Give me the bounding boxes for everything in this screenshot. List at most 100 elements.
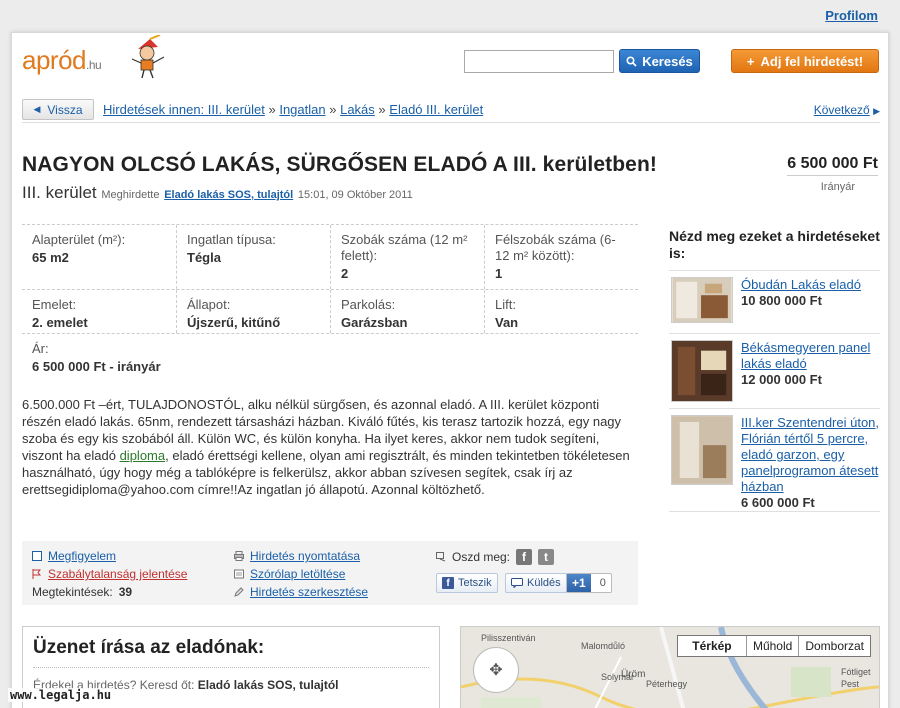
- detail-label: Alapterület (m²):: [32, 232, 126, 247]
- arrow-right-icon: ▶: [873, 106, 880, 116]
- detail-value: 65 m2: [32, 250, 69, 265]
- next-link[interactable]: Következő ▶: [814, 103, 880, 117]
- post-ad-button[interactable]: + Adj fel hirdetést!: [731, 49, 879, 73]
- views-label: Megtekintések:: [32, 585, 113, 599]
- share-label: Oszd meg:: [452, 550, 511, 564]
- seller-link[interactable]: Eladó lakás SOS, tulajtól: [164, 189, 293, 201]
- search-input[interactable]: [464, 50, 614, 73]
- search-icon: [626, 55, 637, 67]
- breadcrumb-flat[interactable]: Lakás: [340, 102, 375, 117]
- posted-by-label: Meghirdette: [101, 189, 160, 201]
- related-item[interactable]: III.ker Szentendrei úton, Flórián tértől…: [669, 408, 880, 512]
- detail-parking: Parkolás: Garázsban: [330, 290, 484, 333]
- detail-floor: Emelet: 2. emelet: [22, 290, 176, 333]
- google-plus-button[interactable]: +1 0: [566, 573, 612, 593]
- listing-description: 6.500.000 Ft –ért, TULAJDONOSTÓL, alku n…: [22, 396, 638, 498]
- detail-lift: Lift: Van: [484, 290, 638, 333]
- report-link[interactable]: Szabálytalanság jelentése: [32, 567, 187, 581]
- detail-value: Újszerű, kitűnő: [187, 315, 281, 330]
- facebook-like-button[interactable]: f Tetszik: [436, 573, 498, 593]
- share-row: Oszd meg: f t: [436, 549, 555, 565]
- detail-label: Emelet:: [32, 297, 77, 312]
- detail-label: Parkolás:: [341, 297, 396, 312]
- related-item[interactable]: Békásmegyeren panel lakás eladó 12 000 0…: [669, 333, 880, 408]
- logo-suffix: .hu: [86, 58, 102, 72]
- flag-icon: [32, 569, 42, 579]
- listing-thumbnail[interactable]: [671, 415, 733, 485]
- detail-value: Garázsban: [341, 315, 408, 330]
- plus-icon: +: [746, 53, 755, 69]
- search-button-label: Keresés: [642, 53, 693, 69]
- listing-subline: III. kerület Meghirdette Eladó lakás SOS…: [22, 183, 413, 203]
- facebook-icon[interactable]: f: [516, 549, 533, 565]
- profile-link[interactable]: Profilom: [825, 8, 878, 23]
- related-item-title[interactable]: Óbudán Lakás eladó: [741, 277, 880, 293]
- breadcrumb-for-sale[interactable]: Eladó III. kerület: [389, 102, 483, 117]
- logo-text: apród: [22, 45, 87, 75]
- facebook-icon: f: [442, 577, 454, 589]
- actions-box: Megfigyelem Szabálytalanság jelentése Me…: [22, 541, 638, 605]
- twitter-icon[interactable]: t: [538, 549, 555, 565]
- breadcrumb-district[interactable]: Hirdetések innen: III. kerület: [103, 102, 265, 117]
- related-item-title[interactable]: III.ker Szentendrei úton, Flórián tértől…: [741, 415, 880, 495]
- detail-value: 6 500 000 Ft - irányár: [32, 359, 161, 374]
- breadcrumb-sep: »: [329, 102, 337, 117]
- detail-value: 2: [341, 266, 349, 281]
- arrow-left-icon: ◀: [33, 104, 41, 114]
- related-item-price: 12 000 000 Ft: [741, 372, 822, 387]
- print-label: Hirdetés nyomtatása: [250, 549, 361, 563]
- breadcrumb-sep: »: [378, 102, 386, 117]
- map-place: Malomdůló: [581, 641, 626, 651]
- search-button[interactable]: Keresés: [619, 49, 700, 73]
- map-tab-satellite[interactable]: Műhold: [745, 636, 798, 656]
- details-row: Alapterület (m²): 65 m2 Ingatlan típusa: T…: [22, 224, 638, 290]
- report-label: Szabálytalanság jelentése: [48, 567, 188, 581]
- map-tab-terrain[interactable]: Domborzat: [798, 636, 870, 656]
- listing-price: 6 500 000 Ft: [787, 155, 878, 176]
- map-type-tabs: Térkép Műhold Domborzat: [676, 635, 871, 657]
- listing-thumbnail[interactable]: [671, 340, 733, 402]
- flyer-label: Szórólap letöltése: [250, 567, 346, 581]
- message-heading: Üzenet írása az eladónak:: [33, 637, 265, 658]
- edit-icon: [234, 587, 244, 597]
- map-tab-map[interactable]: Térkép: [678, 636, 746, 656]
- edit-label: Hirdetés szerkesztése: [250, 585, 369, 599]
- printer-icon: [234, 551, 244, 561]
- details-row: Emelet: 2. emelet Állapot: Újszerű, kitűnő…: [22, 290, 638, 334]
- description-link[interactable]: diploma: [120, 448, 166, 463]
- flyer-link[interactable]: Szórólap letöltése: [234, 567, 345, 581]
- listing-thumbnail[interactable]: [671, 277, 733, 323]
- move-icon: ✥: [489, 662, 503, 679]
- detail-label: Lift:: [495, 297, 516, 312]
- like-label: Tetszik: [458, 577, 492, 589]
- detail-value: 2. emelet: [32, 315, 88, 330]
- print-link[interactable]: Hirdetés nyomtatása: [234, 549, 360, 563]
- related-item[interactable]: Óbudán Lakás eladó 10 800 000 Ft: [669, 270, 880, 333]
- detail-price: Ár: 6 500 000 Ft - irányár: [22, 334, 322, 378]
- message-seller: Eladó lakás SOS, tulajtól: [197, 678, 339, 692]
- watermark: www.legalja.hu: [8, 688, 114, 702]
- price-note: Irányár: [820, 181, 855, 193]
- detail-value: Tégla: [187, 250, 221, 265]
- breadcrumb-property[interactable]: Ingatlan: [279, 102, 325, 117]
- detail-label: Ingatlan típusa:: [187, 232, 276, 247]
- facebook-send-button[interactable]: Küldés: [505, 573, 567, 593]
- site-logo[interactable]: apród.hu: [22, 45, 102, 76]
- chat-icon: [511, 578, 523, 588]
- listing-district: III. kerület: [22, 183, 97, 202]
- related-item-title[interactable]: Békásmegyeren panel lakás eladó: [741, 340, 880, 372]
- edit-link[interactable]: Hirdetés szerkesztése: [234, 585, 368, 599]
- map-place: Pilisszentiván: [481, 633, 536, 643]
- map-place: Pest: [841, 679, 860, 689]
- map-widget[interactable]: ✥ Pilisszentiván Solymár Malomdůló Üröm …: [460, 626, 880, 708]
- watch-label: Megfigyelem: [48, 549, 117, 563]
- map-place: Péterhegy: [646, 679, 688, 689]
- map-pan-control[interactable]: ✥: [473, 647, 519, 693]
- details-row: Ár: 6 500 000 Ft - irányár: [22, 334, 638, 378]
- back-button[interactable]: ◀ Vissza: [22, 99, 94, 120]
- detail-rooms: Szobák száma (12 m² felett): 2: [330, 225, 484, 289]
- document-icon: [234, 569, 244, 579]
- detail-label: Szobák száma (12 m² felett):: [341, 232, 468, 263]
- post-ad-label: Adj fel hirdetést!: [760, 53, 864, 69]
- watch-link[interactable]: Megfigyelem: [32, 549, 116, 563]
